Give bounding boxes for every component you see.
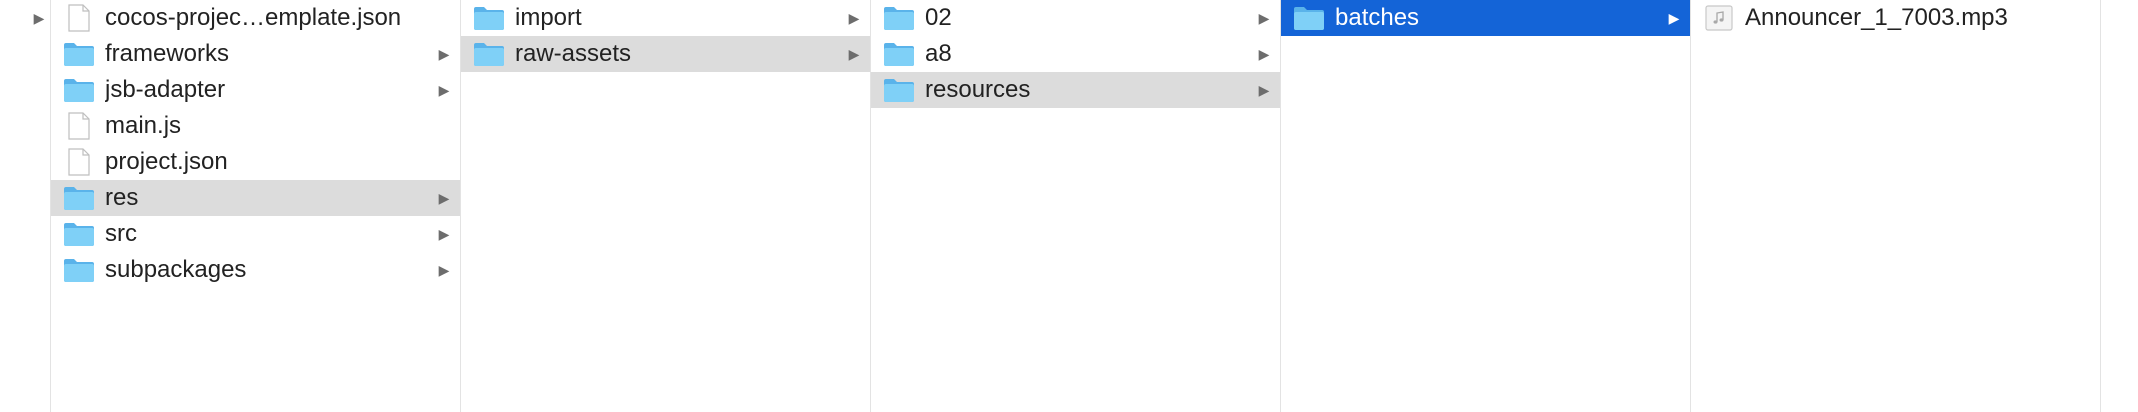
chevron-right-icon: ▶ <box>438 81 450 98</box>
list-item[interactable]: jsb-adapter ▶ <box>51 72 460 108</box>
chevron-right-icon: ▶ <box>438 45 450 62</box>
item-label: cocos-projec…emplate.json <box>105 4 402 31</box>
list-item-selected[interactable]: raw-assets ▶ <box>461 36 870 72</box>
item-label: project.json <box>105 148 228 175</box>
audio-file-icon <box>1703 4 1735 32</box>
chevron-right-icon: ▶ <box>1258 9 1270 26</box>
item-label: jsb-adapter <box>105 76 226 103</box>
chevron-right-icon: ▶ <box>438 261 450 278</box>
chevron-right-icon: ▶ <box>848 45 860 62</box>
chevron-right-icon: ▶ <box>1258 81 1270 98</box>
item-label: 02 <box>925 4 952 31</box>
chevron-right-icon: ▶ <box>33 9 45 26</box>
item-label: Announcer_1_7003.mp3 <box>1745 4 2008 31</box>
item-label: batches <box>1335 4 1420 31</box>
list-item-selected[interactable]: batches ▶ <box>1281 0 1690 36</box>
chevron-right-icon: ▶ <box>1668 9 1680 26</box>
item-label: raw-assets <box>515 40 632 67</box>
folder-icon <box>473 4 505 32</box>
list-item[interactable]: src ▶ <box>51 216 460 252</box>
folder-icon <box>63 184 95 212</box>
folder-icon <box>473 40 505 68</box>
column-4[interactable]: batches ▶ <box>1281 0 1691 412</box>
chevron-right-icon: ▶ <box>438 225 450 242</box>
list-item[interactable]: frameworks ▶ <box>51 36 460 72</box>
chevron-right-icon: ▶ <box>438 189 450 206</box>
folder-icon <box>883 40 915 68</box>
list-item[interactable]: cocos-projec…emplate.json <box>51 0 460 36</box>
folder-icon <box>63 256 95 284</box>
folder-icon <box>883 4 915 32</box>
document-icon <box>63 112 95 140</box>
list-item[interactable]: import ▶ <box>461 0 870 36</box>
list-item[interactable]: project.json <box>51 144 460 180</box>
column-empty-partial[interactable] <box>2101 0 2138 412</box>
item-label: import <box>515 4 582 31</box>
list-item[interactable]: 02 ▶ <box>871 0 1280 36</box>
list-item-selected[interactable]: resources ▶ <box>871 72 1280 108</box>
folder-icon <box>63 220 95 248</box>
list-item[interactable]: Announcer_1_7003.mp3 <box>1691 0 2100 36</box>
document-icon <box>63 148 95 176</box>
chevron-right-icon: ▶ <box>1258 45 1270 62</box>
column-5[interactable]: Announcer_1_7003.mp3 <box>1691 0 2101 412</box>
column-2[interactable]: import ▶ raw-assets ▶ <box>461 0 871 412</box>
column-1[interactable]: cocos-projec…emplate.json frameworks ▶ j… <box>51 0 461 412</box>
column-3[interactable]: 02 ▶ a8 ▶ resources ▶ <box>871 0 1281 412</box>
item-label: res <box>105 184 139 211</box>
folder-icon <box>63 76 95 104</box>
list-item[interactable]: subpackages ▶ <box>51 252 460 288</box>
column-parent-partial[interactable]: ▶ <box>0 0 51 412</box>
document-icon <box>63 4 95 32</box>
list-item[interactable]: a8 ▶ <box>871 36 1280 72</box>
folder-icon <box>1293 4 1325 32</box>
item-label: main.js <box>105 112 182 139</box>
item-label: subpackages <box>105 256 247 283</box>
chevron-right-icon: ▶ <box>848 9 860 26</box>
item-label: src <box>105 220 137 247</box>
folder-icon <box>883 76 915 104</box>
list-item[interactable]: main.js <box>51 108 460 144</box>
finder-column-browser: ▶ cocos-projec…emplate.json frameworks ▶… <box>0 0 2138 412</box>
list-item-selected[interactable]: res ▶ <box>51 180 460 216</box>
item-label: frameworks <box>105 40 230 67</box>
folder-icon <box>63 40 95 68</box>
item-label: a8 <box>925 40 952 67</box>
item-label: resources <box>925 76 1031 103</box>
